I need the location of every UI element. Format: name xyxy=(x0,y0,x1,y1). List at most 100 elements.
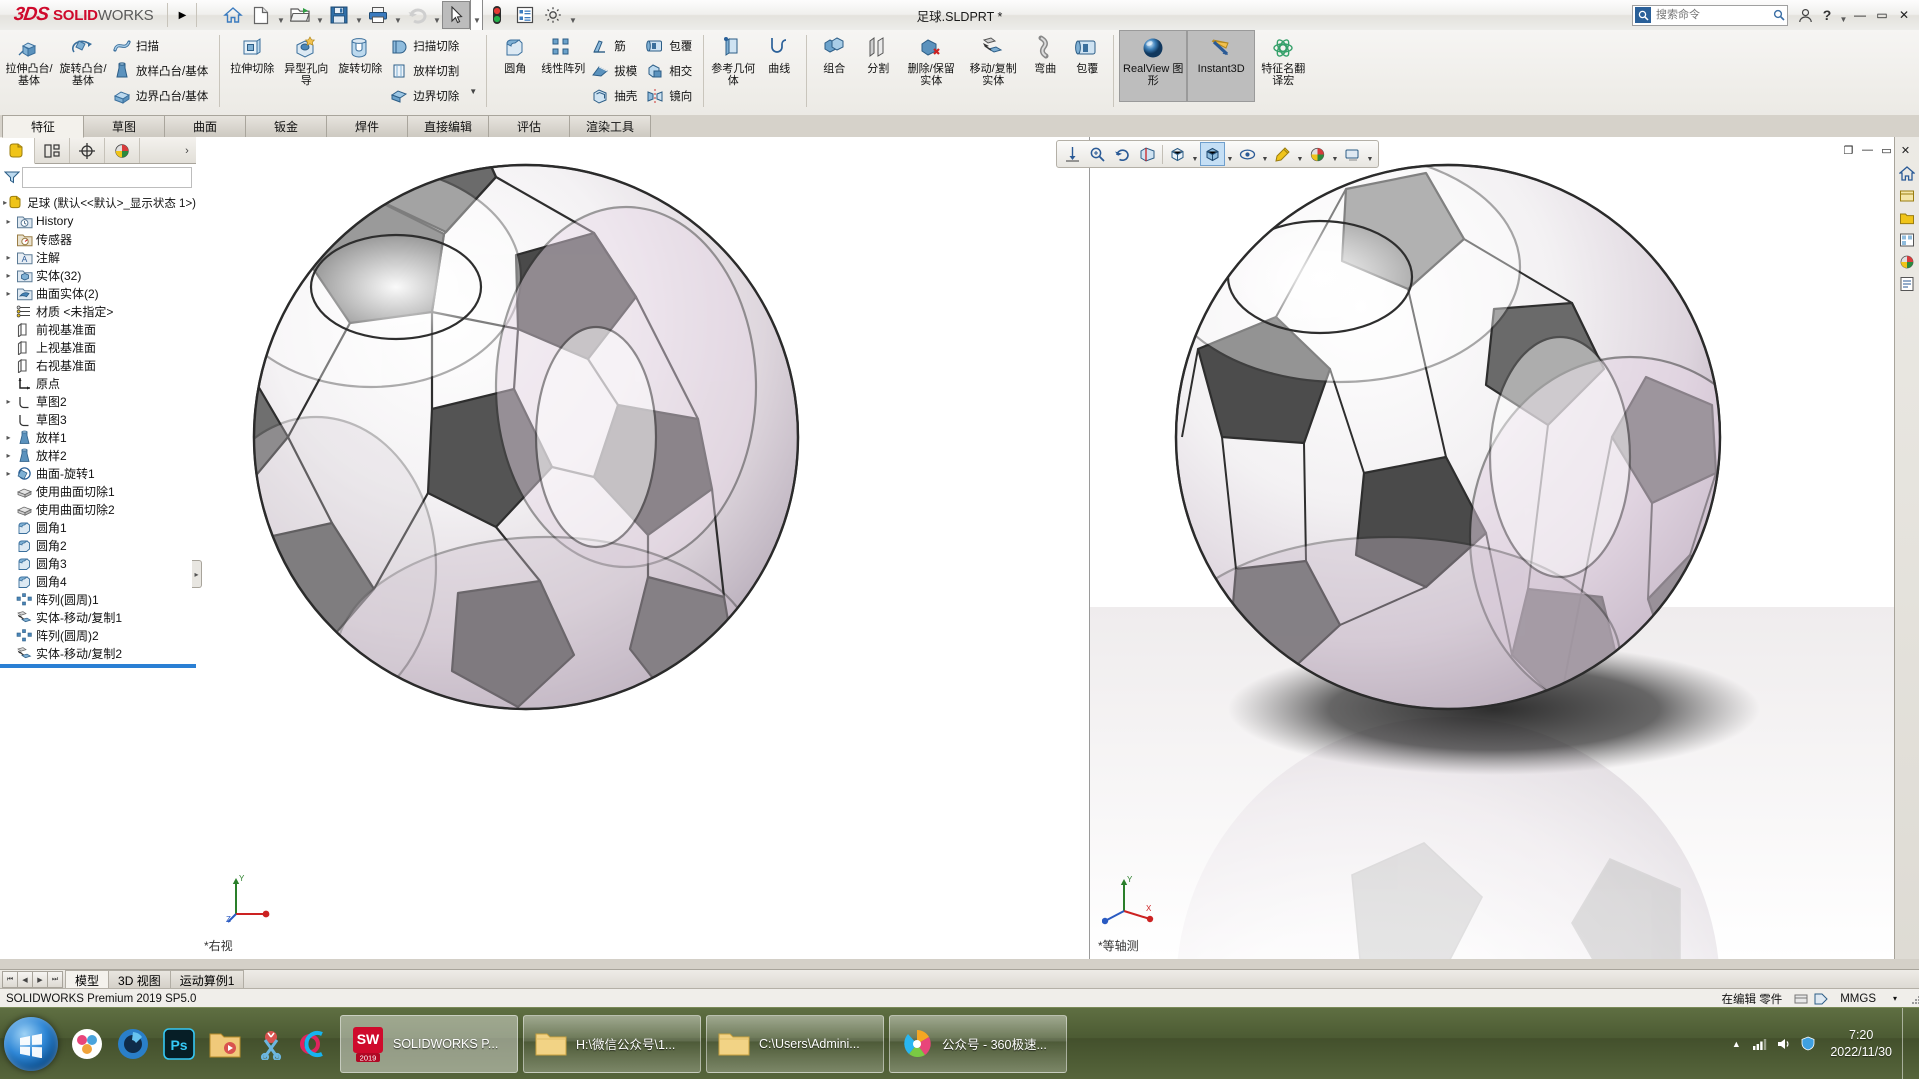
new-document-icon[interactable] xyxy=(247,1,275,29)
tab-direct-editing[interactable]: 直接编辑 xyxy=(407,115,489,137)
tray-security-icon[interactable] xyxy=(1796,1033,1820,1055)
minimize-button[interactable]: — xyxy=(1849,3,1871,27)
section-view-icon[interactable] xyxy=(1135,142,1160,166)
tree-item[interactable]: 阵列(圆周)2 xyxy=(0,626,196,644)
tab-render-tools[interactable]: 渲染工具 xyxy=(569,115,651,137)
tree-expander[interactable]: ▸ xyxy=(2,266,15,284)
tree-item[interactable]: 原点 xyxy=(0,374,196,392)
tab-nav-next[interactable]: ▶ xyxy=(32,971,48,988)
solidworks-resources-icon[interactable] xyxy=(1897,163,1917,184)
save-dropdown[interactable]: ▼ xyxy=(353,0,364,32)
tree-item[interactable]: 阵列(圆周)1 xyxy=(0,590,196,608)
search-commands-box[interactable] xyxy=(1632,4,1788,26)
wrap2-button[interactable]: 包覆 xyxy=(1066,30,1108,102)
realview-graphics-button[interactable]: RealView 图形 xyxy=(1119,30,1188,102)
boundary-cut-button[interactable]: 边界切除 xyxy=(387,83,465,108)
tree-item[interactable]: 使用曲面切除1 xyxy=(0,482,196,500)
tree-item[interactable]: 右视基准面 xyxy=(0,356,196,374)
feature-manager-expand-icon[interactable]: › xyxy=(178,138,196,163)
swept-cut-button[interactable]: 扫描切除 xyxy=(387,33,465,58)
display-style-icon[interactable] xyxy=(1200,142,1225,166)
swept-boss-button[interactable]: 扫描 xyxy=(110,33,214,58)
tree-item[interactable]: ▸ 实体(32) xyxy=(0,266,196,284)
tree-item[interactable]: 圆角3 xyxy=(0,554,196,572)
file-explorer-icon[interactable] xyxy=(1897,207,1917,228)
browser-icon[interactable] xyxy=(110,1015,156,1073)
tree-item[interactable]: 圆角1 xyxy=(0,518,196,536)
hide-show-dropdown[interactable]: ▼ xyxy=(1260,141,1270,168)
tab-features[interactable]: 特征 xyxy=(2,115,84,138)
select-cursor-icon[interactable] xyxy=(442,1,471,29)
revolved-boss-base-button[interactable]: 旋转凸台/基体 xyxy=(56,30,110,102)
cut-group-dropdown[interactable]: ▼ xyxy=(465,30,481,114)
custom-properties-icon[interactable] xyxy=(1897,273,1917,294)
close-document-button[interactable]: ✕ xyxy=(1896,141,1915,159)
zoom-to-fit-icon[interactable] xyxy=(1060,142,1085,166)
feature-manager-splitter-handle[interactable]: ▸ xyxy=(192,560,202,588)
draft-button[interactable]: 拔模 xyxy=(588,58,643,83)
chrome-like-icon[interactable] xyxy=(64,1015,110,1073)
tree-item[interactable]: 圆角2 xyxy=(0,536,196,554)
user-account-icon[interactable] xyxy=(1794,3,1816,27)
viewport-right[interactable]: Y Z *右视 xyxy=(196,137,1090,959)
edit-appearance-icon[interactable] xyxy=(1270,142,1295,166)
tree-root-item[interactable]: ▸ 足球 (默认<<默认>_显示状态 1>) xyxy=(0,193,196,212)
units-dropdown-caret-icon[interactable]: ▾ xyxy=(1885,991,1905,1007)
tree-item[interactable]: 传感器 xyxy=(0,230,196,248)
boundary-boss-button[interactable]: 边界凸台/基体 xyxy=(110,83,214,108)
gear-dropdown[interactable]: ▼ xyxy=(567,0,578,32)
zoom-to-area-icon[interactable] xyxy=(1085,142,1110,166)
lofted-cut-button[interactable]: 放样切割 xyxy=(387,58,465,83)
tree-item[interactable]: 实体-移动/复制2 xyxy=(0,644,196,662)
hide-show-items-icon[interactable] xyxy=(1235,142,1260,166)
combine-button[interactable]: 组合 xyxy=(812,30,856,102)
display-manager-tab[interactable] xyxy=(105,138,140,163)
taskbar-clock[interactable]: 7:20 2022/11/30 xyxy=(1820,1027,1902,1061)
apply-scene-dropdown[interactable]: ▼ xyxy=(1330,141,1340,168)
tab-sheet-metal[interactable]: 钣金 xyxy=(245,115,327,137)
show-desktop-button[interactable] xyxy=(1902,1008,1913,1079)
intersect-button[interactable]: 相交 xyxy=(643,58,698,83)
tree-item[interactable]: ▸ 草图2 xyxy=(0,392,196,410)
undo-dropdown[interactable]: ▼ xyxy=(431,0,442,32)
tab-sketch[interactable]: 草图 xyxy=(83,115,165,137)
tree-item[interactable]: ▸ 曲面-旋转1 xyxy=(0,464,196,482)
tree-expander[interactable]: ▸ xyxy=(2,392,15,410)
feature-name-translate-macro-button[interactable]: 特征名翻译宏 xyxy=(1255,30,1311,102)
undo-icon[interactable] xyxy=(403,1,431,29)
taskbar-folder-1[interactable]: H:\微信公众号\1... xyxy=(523,1014,701,1073)
home-icon[interactable] xyxy=(219,1,247,29)
oc-app-icon[interactable] xyxy=(294,1015,340,1073)
fillet-button[interactable]: 圆角 xyxy=(492,30,538,102)
start-button[interactable] xyxy=(4,1016,58,1071)
tag-indicator-icon[interactable] xyxy=(1811,991,1831,1007)
delete-keep-body-button[interactable]: 删除/保留实体 xyxy=(900,30,962,102)
tree-expander[interactable]: ▸ xyxy=(2,248,15,266)
linear-pattern-button[interactable]: 线性阵列 xyxy=(538,30,588,102)
move-copy-body-button[interactable]: 移动/复制实体 xyxy=(962,30,1024,102)
display-style-dropdown[interactable]: ▼ xyxy=(1225,141,1235,168)
mirror-button[interactable]: 镜向 xyxy=(643,83,698,108)
snipping-tool-icon[interactable] xyxy=(248,1015,294,1073)
taskbar-solidworks[interactable]: SW 2019 SOLIDWORKS P... xyxy=(340,1014,518,1073)
menu-expand-arrow[interactable]: ▶ xyxy=(172,1,192,29)
shell-button[interactable]: 抽壳 xyxy=(588,83,643,108)
tree-expander[interactable]: ▸ xyxy=(2,212,15,230)
doc-tab-model[interactable]: 模型 xyxy=(65,970,110,989)
lofted-boss-button[interactable]: 放样凸台/基体 xyxy=(110,58,214,83)
tab-nav-last[interactable]: ⏭ xyxy=(47,971,63,988)
tray-show-hidden-icon[interactable]: ▲ xyxy=(1724,1033,1748,1055)
tree-expander[interactable]: ▸ xyxy=(2,284,15,302)
photoshop-icon[interactable]: Ps xyxy=(156,1015,202,1073)
split-button[interactable]: 分割 xyxy=(856,30,900,102)
options-list-icon[interactable] xyxy=(511,1,539,29)
featuremanager-design-tree-tab[interactable] xyxy=(0,138,35,164)
tree-item[interactable]: ▸ 曲面实体(2) xyxy=(0,284,196,302)
help-icon[interactable]: ? xyxy=(1816,3,1838,27)
tree-item[interactable]: 圆角4 xyxy=(0,572,196,590)
tray-volume-icon[interactable] xyxy=(1772,1033,1796,1055)
design-library-icon[interactable] xyxy=(1897,185,1917,206)
curves-button[interactable]: 曲线 xyxy=(757,30,801,102)
view-settings-dropdown[interactable]: ▼ xyxy=(1365,141,1375,168)
new-document-dropdown[interactable]: ▼ xyxy=(275,0,286,32)
